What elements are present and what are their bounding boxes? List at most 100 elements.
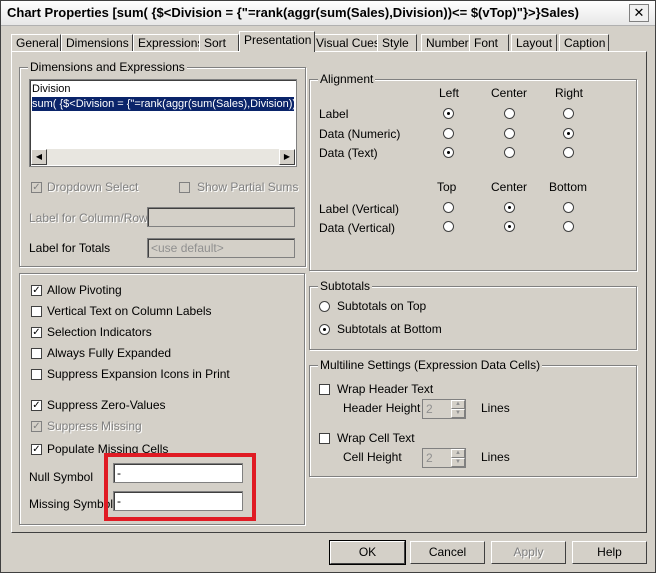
selection-indicators-checkbox[interactable]: ✓ (31, 327, 42, 338)
header-height-spinner[interactable]: 2 ▲ ▼ (422, 399, 466, 419)
tab-number[interactable]: Number (421, 34, 473, 51)
allow-pivoting-checkbox[interactable]: ✓ (31, 285, 42, 296)
align-row-data-vertical: Data (Vertical) (319, 221, 396, 235)
tab-presentation[interactable]: Presentation (239, 31, 315, 52)
numeric-right-radio[interactable] (563, 128, 574, 139)
tab-caption[interactable]: Caption (559, 34, 609, 51)
header-height-label: Header Height (343, 401, 421, 415)
subtotals-top-label: Subtotals on Top (337, 299, 427, 313)
suppress-expansion-icons-checkbox[interactable] (31, 369, 42, 380)
help-button[interactable]: Help (572, 541, 647, 564)
numeric-left-radio[interactable] (443, 128, 454, 139)
scroll-right-icon[interactable]: ▶ (279, 149, 295, 165)
text-right-radio[interactable] (563, 147, 574, 158)
dimensions-expressions-list[interactable]: Division sum( {$<Division = {"=rank(aggr… (29, 79, 297, 167)
subtotals-group: Subtotals (309, 279, 637, 350)
wrap-header-label: Wrap Header Text (337, 382, 434, 396)
list-item[interactable]: Division (32, 82, 294, 96)
label-for-column-row-input[interactable] (147, 207, 295, 227)
title-bar[interactable]: Chart Properties [sum( {$<Division = {"=… (1, 1, 655, 26)
text-left-radio[interactable] (443, 147, 454, 158)
label-right-radio[interactable] (563, 108, 574, 119)
list-item[interactable]: sum( {$<Division = {"=rank(aggr(sum(Sale… (32, 97, 294, 111)
spin-down-icon[interactable]: ▼ (451, 458, 465, 467)
wrap-cell-checkbox[interactable] (319, 433, 330, 444)
align-row-text: Data (Text) (319, 146, 378, 160)
always-fully-expanded-label: Always Fully Expanded (47, 346, 172, 360)
suppress-missing-label: Suppress Missing (47, 419, 142, 433)
null-symbol-input[interactable]: - (113, 463, 243, 483)
spin-up-icon[interactable]: ▲ (451, 449, 465, 458)
tab-visual-cues[interactable]: Visual Cues (311, 34, 380, 51)
tab-layout[interactable]: Layout (511, 34, 557, 51)
header-lines-label: Lines (481, 401, 510, 415)
align-col-bottom: Bottom (549, 180, 588, 194)
tab-general[interactable]: General (11, 34, 61, 51)
close-icon[interactable]: ✕ (629, 4, 649, 22)
cell-height-spinner[interactable]: 2 ▲ ▼ (422, 448, 466, 468)
wrap-cell-label: Wrap Cell Text (337, 431, 415, 445)
show-partial-sums-checkbox[interactable] (179, 182, 190, 193)
apply-button[interactable]: Apply (491, 541, 566, 564)
subtotals-top-radio[interactable] (319, 301, 330, 312)
label-for-totals-label: Label for Totals (29, 241, 111, 255)
dimensions-legend: Dimensions and Expressions (28, 60, 187, 74)
chart-properties-dialog: Chart Properties [sum( {$<Division = {"=… (0, 0, 656, 573)
suppress-expansion-icons-label: Suppress Expansion Icons in Print (47, 367, 230, 381)
label-left-radio[interactable] (443, 108, 454, 119)
align-row-label: Label (319, 107, 349, 121)
numeric-center-radio[interactable] (504, 128, 515, 139)
dropdown-select-checkbox[interactable]: ✓ (31, 182, 42, 193)
vertical-text-label: Vertical Text on Column Labels (47, 304, 212, 318)
tab-dimensions[interactable]: Dimensions (61, 34, 133, 51)
multiline-legend: Multiline Settings (Expression Data Cell… (318, 358, 543, 372)
alignment-group: Alignment (309, 72, 637, 271)
cell-lines-label: Lines (481, 450, 510, 464)
data-v-top-radio[interactable] (443, 221, 454, 232)
subtotals-bottom-radio[interactable] (319, 324, 330, 335)
label-for-totals-input[interactable]: <use default> (147, 238, 295, 258)
data-v-center-radio[interactable] (504, 221, 515, 232)
subtotals-legend: Subtotals (318, 279, 373, 293)
ok-button[interactable]: OK (329, 540, 406, 565)
align-col-right: Right (555, 86, 584, 100)
allow-pivoting-label: Allow Pivoting (47, 283, 122, 297)
tab-style[interactable]: Style (377, 34, 417, 51)
label-v-bottom-radio[interactable] (563, 202, 574, 213)
window-title: Chart Properties [sum( {$<Division = {"=… (7, 5, 579, 20)
suppress-zero-values-label: Suppress Zero-Values (47, 398, 166, 412)
alignment-legend: Alignment (318, 72, 376, 86)
label-center-radio[interactable] (504, 108, 515, 119)
dropdown-select-label: Dropdown Select (47, 180, 139, 194)
align-col-top: Top (437, 180, 457, 194)
suppress-zero-values-checkbox[interactable]: ✓ (31, 400, 42, 411)
missing-symbol-label: Missing Symbol (29, 497, 114, 511)
spin-down-icon[interactable]: ▼ (451, 409, 465, 418)
cancel-button[interactable]: Cancel (410, 541, 485, 564)
scroll-left-icon[interactable]: ◀ (31, 149, 47, 165)
selection-indicators-label: Selection Indicators (47, 325, 152, 339)
always-fully-expanded-checkbox[interactable] (31, 348, 42, 359)
align-col-vcenter: Center (491, 180, 528, 194)
populate-missing-cells-checkbox[interactable]: ✓ (31, 444, 42, 455)
cell-height-label: Cell Height (343, 450, 402, 464)
horizontal-scrollbar[interactable]: ◀ ▶ (31, 149, 295, 165)
spin-up-icon[interactable]: ▲ (451, 400, 465, 409)
header-height-value: 2 (426, 402, 433, 416)
vertical-text-checkbox[interactable] (31, 306, 42, 317)
align-col-center: Center (491, 86, 528, 100)
wrap-header-checkbox[interactable] (319, 384, 330, 395)
tab-font[interactable]: Font (469, 34, 509, 51)
align-row-label-vertical: Label (Vertical) (319, 202, 400, 216)
label-v-center-radio[interactable] (504, 202, 515, 213)
show-partial-sums-label: Show Partial Sums (197, 180, 299, 194)
align-row-numeric: Data (Numeric) (319, 127, 401, 141)
tab-sort[interactable]: Sort (199, 34, 239, 51)
data-v-bottom-radio[interactable] (563, 221, 574, 232)
label-v-top-radio[interactable] (443, 202, 454, 213)
suppress-missing-checkbox[interactable]: ✓ (31, 421, 42, 432)
subtotals-bottom-label: Subtotals at Bottom (337, 322, 442, 336)
missing-symbol-input[interactable]: - (113, 491, 243, 511)
populate-missing-cells-label: Populate Missing Cells (47, 442, 169, 456)
text-center-radio[interactable] (504, 147, 515, 158)
